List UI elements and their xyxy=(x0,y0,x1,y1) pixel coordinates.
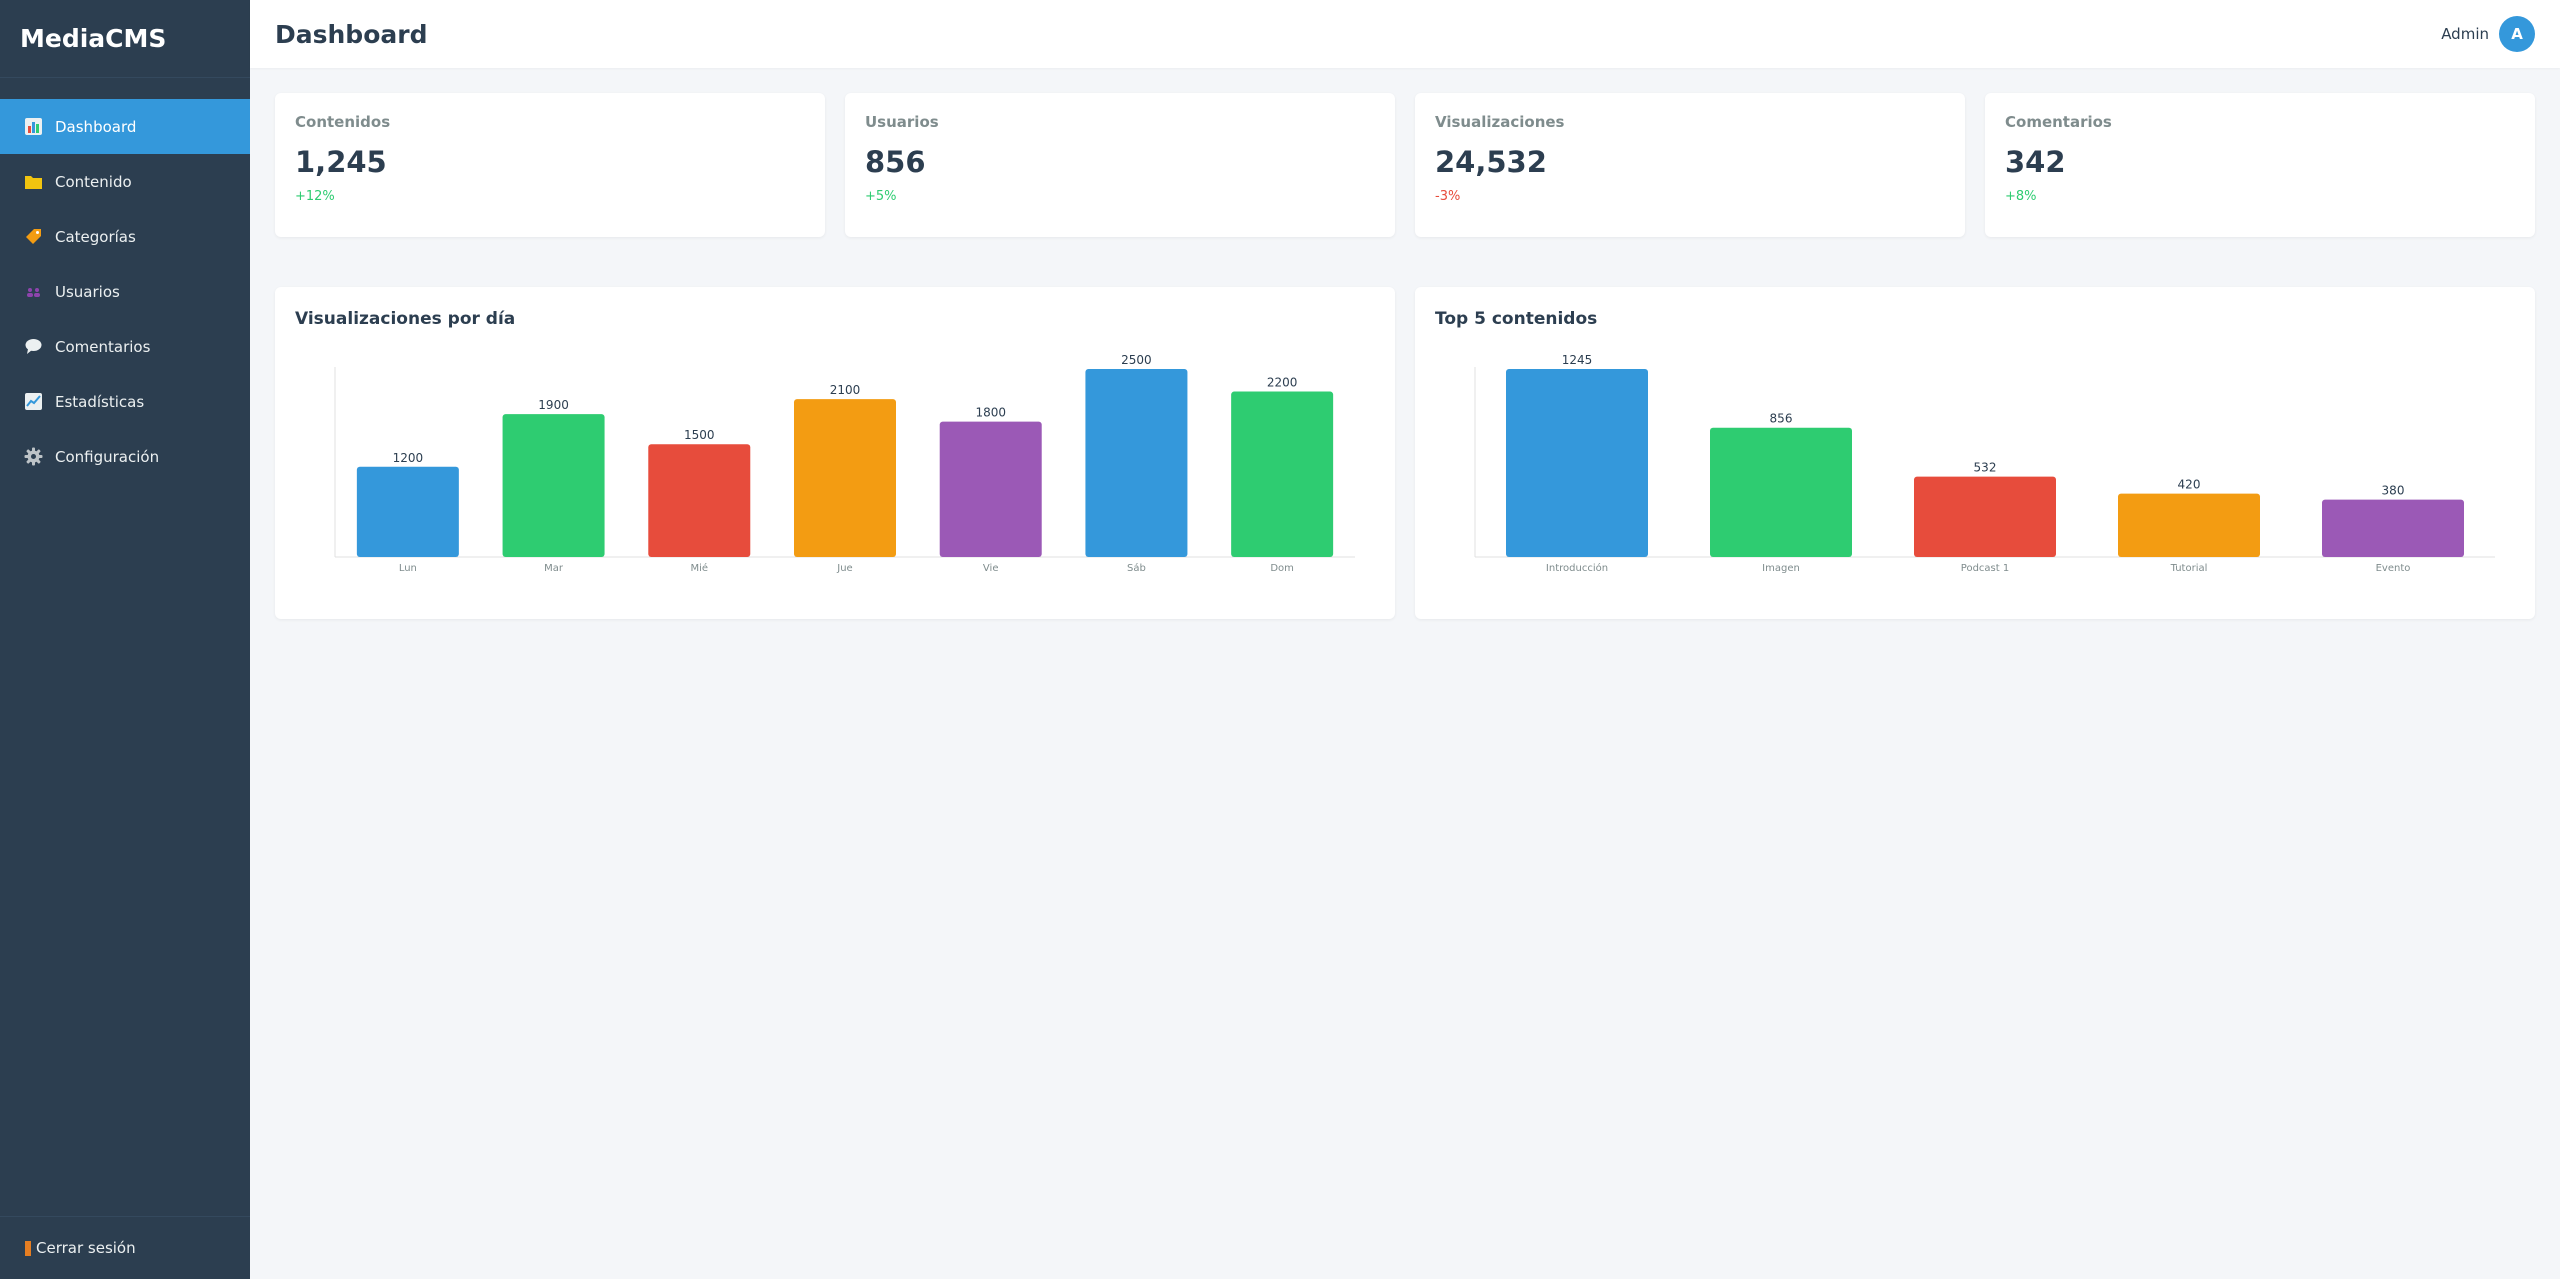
stat-card-usuarios: Usuarios 856 +5% xyxy=(845,93,1395,237)
bar xyxy=(2322,499,2464,557)
stat-value: 342 xyxy=(2005,145,2066,179)
data-label: 1800 xyxy=(975,406,1006,420)
bar xyxy=(939,421,1042,557)
sidebar-item-label: Estadísticas xyxy=(55,392,145,411)
stat-label: Usuarios xyxy=(865,113,939,131)
stat-delta: -3% xyxy=(1435,189,1461,204)
sidebar-item-contenido[interactable]: Contenido xyxy=(0,154,250,209)
x-tick-label: Podcast 1 xyxy=(1961,563,2009,574)
data-label: 1245 xyxy=(1562,353,1593,367)
x-tick-label: Evento xyxy=(2376,563,2411,574)
sidebar-item-label: Categorías xyxy=(55,227,136,246)
chart-card-views-per-day: Visualizaciones por día 1200 Lun 1900 Mar 15… xyxy=(275,287,1395,619)
x-tick-label: Sáb xyxy=(1127,562,1146,574)
sidebar-item-label: Comentarios xyxy=(55,337,151,356)
tag-icon xyxy=(24,227,43,246)
data-label: 2200 xyxy=(1267,376,1298,390)
sidebar-item-categorias[interactable]: Categorías xyxy=(0,209,250,264)
bar xyxy=(794,399,896,557)
x-tick-label: Dom xyxy=(1270,563,1294,574)
bar xyxy=(2118,493,2260,557)
sidebar-item-dashboard[interactable]: Dashboard xyxy=(0,99,250,154)
bar xyxy=(648,444,751,557)
sidebar-item-usuarios[interactable]: Usuarios xyxy=(0,264,250,319)
bar xyxy=(1231,391,1334,557)
stat-delta: +8% xyxy=(2005,189,2037,204)
views-per-day-chart: 1200 Lun 1900 Mar 1500 Mié 2100 Jue 1800 Vie 2500 S… xyxy=(334,353,1355,574)
data-label: 1500 xyxy=(684,428,715,442)
bar xyxy=(1085,369,1188,557)
x-tick-label: Mar xyxy=(544,563,564,574)
user-name: Admin xyxy=(2441,25,2489,43)
stat-value: 1,245 xyxy=(295,145,387,179)
bar xyxy=(1710,427,1852,557)
folder-icon xyxy=(24,172,43,191)
chart-card-top-content: Top 5 contenidos 1245 Introducción 856 Imag… xyxy=(1415,287,2535,619)
x-tick-label: Vie xyxy=(983,563,999,574)
stat-card-visualizaciones: Visualizaciones 24,532 -3% xyxy=(1415,93,1965,237)
stat-label: Comentarios xyxy=(2005,113,2112,131)
data-label: 380 xyxy=(2382,484,2405,498)
top-header: Dashboard Admin A xyxy=(250,0,2560,68)
sidebar-item-label: Dashboard xyxy=(55,117,137,136)
x-tick-label: Jue xyxy=(836,563,852,574)
logout-label: Cerrar sesión xyxy=(36,1239,136,1257)
x-tick-label: Tutorial xyxy=(2170,563,2208,574)
speech-bubble-icon xyxy=(24,337,43,356)
sidebar-item-label: Contenido xyxy=(55,172,132,191)
gear-icon xyxy=(24,447,43,466)
data-label: 1200 xyxy=(393,451,424,465)
line-chart-icon xyxy=(24,392,43,411)
bar xyxy=(502,414,605,557)
users-icon xyxy=(24,282,43,301)
x-tick-label: Introducción xyxy=(1546,562,1608,574)
sidebar-item-estadisticas[interactable]: Estadísticas xyxy=(0,374,250,429)
sidebar-item-comentarios[interactable]: Comentarios xyxy=(0,319,250,374)
data-label: 2100 xyxy=(830,383,861,397)
sidebar: MediaCMS Dashboard Contenido Categorías … xyxy=(0,0,250,1279)
stat-value: 24,532 xyxy=(1435,145,1547,179)
stat-delta: +12% xyxy=(295,189,335,204)
x-tick-label: Mié xyxy=(691,562,709,574)
stat-card-contenidos: Contenidos 1,245 +12% xyxy=(275,93,825,237)
stat-label: Visualizaciones xyxy=(1435,113,1565,131)
bar xyxy=(1506,369,1648,557)
avatar[interactable]: A xyxy=(2499,16,2535,52)
bar xyxy=(1914,476,2056,557)
user-menu[interactable]: Admin A xyxy=(2441,16,2535,52)
door-icon xyxy=(25,1240,31,1256)
stat-delta: +5% xyxy=(865,189,897,204)
logout-button[interactable]: Cerrar sesión xyxy=(0,1216,250,1279)
data-label: 532 xyxy=(1974,461,1997,475)
sidebar-item-label: Usuarios xyxy=(55,282,120,301)
sidebar-item-label: Configuración xyxy=(55,447,160,466)
x-tick-label: Imagen xyxy=(1762,563,1800,574)
bar xyxy=(356,466,459,557)
brand-logo[interactable]: MediaCMS xyxy=(0,0,250,78)
sidebar-nav: Dashboard Contenido Categorías Usuarios … xyxy=(0,99,250,484)
data-label: 1900 xyxy=(538,398,569,412)
data-label: 420 xyxy=(2178,478,2201,492)
stat-card-comentarios: Comentarios 342 +8% xyxy=(1985,93,2535,237)
stat-value: 856 xyxy=(865,145,926,179)
top-content-chart: 1245 Introducción 856 Imagen 532 Podcast 1 420… xyxy=(1474,353,2495,574)
page-title: Dashboard xyxy=(275,19,428,49)
stat-label: Contenidos xyxy=(295,113,391,131)
x-tick-label: Lun xyxy=(399,563,417,574)
data-label: 856 xyxy=(1770,412,1793,426)
data-label: 2500 xyxy=(1121,353,1152,367)
sidebar-item-configuracion[interactable]: Configuración xyxy=(0,429,250,484)
bar-chart-icon xyxy=(24,117,43,136)
